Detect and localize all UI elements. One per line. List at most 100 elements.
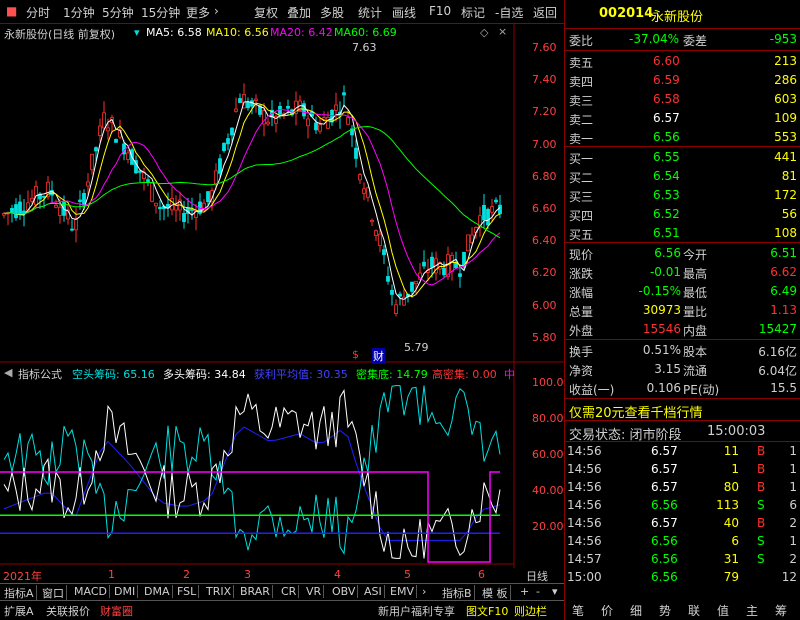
tab-dma[interactable]: DMA	[142, 585, 173, 598]
quote-label: 今开	[683, 248, 708, 262]
bid-price: 6.55	[653, 150, 680, 164]
tab-5min[interactable]: 5分钟	[102, 4, 134, 21]
fundamental-row: 净资 3.15 流通 6.04亿	[565, 360, 800, 380]
tab-template[interactable]: 模 板	[480, 585, 511, 601]
tool-back[interactable]: 返回	[533, 4, 557, 21]
tab-asi[interactable]: ASI	[362, 585, 385, 598]
indicator-formula-label[interactable]: 指标公式	[18, 366, 62, 382]
dividend-marker[interactable]: $	[352, 348, 359, 361]
candle-body	[342, 92, 346, 96]
tab-dmi[interactable]: DMI	[112, 585, 139, 598]
quote-value: 6.49	[770, 284, 797, 298]
trade-time: 15:00	[567, 570, 602, 584]
trade-direction: B	[757, 480, 766, 494]
tab-trix[interactable]: TRIX	[204, 585, 235, 598]
bid-row[interactable]: 买一 6.55 441	[565, 148, 800, 168]
tool-mark[interactable]: 标记	[461, 4, 485, 21]
tab-vr[interactable]: VR	[304, 585, 325, 598]
tab-more[interactable]: 更多	[186, 4, 210, 21]
candle-body	[42, 195, 46, 198]
candlestick-chart[interactable]	[0, 24, 564, 568]
quote-value: 15427	[758, 322, 797, 336]
indicator-collapse-icon[interactable]: ◀	[4, 366, 12, 379]
candle-body	[230, 127, 234, 136]
trade-count: 1	[789, 462, 797, 476]
tab-fsl[interactable]: FSL	[175, 585, 200, 598]
candle-body	[14, 204, 18, 219]
order-diff-label: 委差	[683, 34, 708, 48]
trade-direction: B	[757, 516, 766, 530]
trade-count: 1	[789, 480, 797, 494]
chevron-right-icon[interactable]: ›	[420, 585, 428, 598]
tab-intraday[interactable]: 分时	[26, 4, 50, 21]
axis-month-label: 4	[334, 568, 341, 581]
candle-body	[86, 181, 90, 187]
tab-brar[interactable]: BRAR	[238, 585, 273, 598]
related-quotes-tab[interactable]: 关联报价	[46, 603, 90, 619]
ask-row[interactable]: 卖二 6.57 109	[565, 109, 800, 129]
wealth-circle-tab[interactable]: 财富圈	[100, 603, 133, 619]
tab-obv[interactable]: OBV	[330, 585, 359, 598]
tab-indicator-b[interactable]: 指标B	[440, 585, 475, 601]
fundamental-value: 6.16亿	[758, 345, 797, 359]
trade-count: 2	[789, 552, 797, 566]
ask-row[interactable]: 卖五 6.60 213	[565, 52, 800, 72]
tool-overlay[interactable]: 叠加	[287, 4, 311, 21]
tool-restore-rights[interactable]: 复权	[254, 4, 278, 21]
ask-volume: 109	[774, 111, 797, 125]
bid-row[interactable]: 买三 6.53 172	[565, 186, 800, 206]
fundamental-value: 0.106	[646, 381, 681, 395]
promo-text[interactable]: 仅需20元查看千档行情	[569, 402, 703, 421]
tab-1min[interactable]: 1分钟	[63, 4, 95, 21]
sidebar-toggle[interactable]: 则边栏	[514, 603, 547, 619]
finance-marker[interactable]: 财	[372, 348, 385, 364]
candle-body	[146, 179, 150, 182]
tab-indicator-a[interactable]: 指标A	[2, 585, 37, 601]
tab-macd[interactable]: MACD	[72, 585, 110, 598]
bid-row[interactable]: 买四 6.52 56	[565, 205, 800, 225]
ask-volume: 553	[774, 130, 797, 144]
new-user-promo[interactable]: 新用户福利专享	[378, 603, 455, 619]
chevron-right-icon[interactable]: ›	[214, 4, 219, 18]
quote-label: 最低	[683, 286, 708, 300]
minus-icon[interactable]: -	[534, 585, 542, 598]
indicator-more[interactable]: 中	[504, 366, 515, 382]
expand-a-tab[interactable]: 扩展A	[4, 603, 34, 619]
period-label[interactable]: 日线	[526, 568, 548, 584]
stock-name: 永新股份	[651, 10, 704, 25]
chevron-down-icon[interactable]: ▾	[550, 585, 560, 598]
add-icon[interactable]: +	[518, 585, 531, 598]
trade-price: 6.57	[651, 462, 678, 476]
tab-emv[interactable]: EMV	[388, 585, 417, 598]
tab-cr[interactable]: CR	[279, 585, 300, 598]
close-icon[interactable]: ×	[498, 25, 507, 38]
promo-row[interactable]: 仅需20元查看千档行情	[565, 400, 800, 421]
ask-row[interactable]: 卖四 6.59 286	[565, 71, 800, 91]
ma20-legend: MA20: 6.42	[270, 26, 333, 39]
tool-watchlist[interactable]: -自选	[495, 4, 523, 21]
tab-window[interactable]: 窗口	[40, 585, 67, 601]
bid-row[interactable]: 买二 6.54 81	[565, 167, 800, 187]
candle-body	[82, 192, 86, 206]
fundamental-value: 15.5	[770, 381, 797, 395]
quote-panel: 002014 永新股份 委比 -37.04% 委差 -953 卖五 6.60 213…	[564, 0, 800, 620]
chevron-down-icon[interactable]: ▾	[134, 26, 140, 39]
candle-body	[314, 122, 318, 131]
quote-label: 现价	[569, 248, 594, 262]
ask-row[interactable]: 卖三 6.58 603	[565, 90, 800, 110]
tool-f10[interactable]: F10	[429, 4, 451, 18]
diamond-icon[interactable]: ◇	[480, 26, 488, 39]
f10-graphic-link[interactable]: 图文F10	[466, 603, 508, 619]
fundamental-label: 净资	[569, 364, 594, 378]
tool-multi-stock[interactable]: 多股	[320, 4, 344, 21]
candle-body	[378, 233, 382, 246]
quote-row: 涨跌 -0.01 最高 6.62	[565, 263, 800, 283]
candle-body	[170, 198, 174, 211]
tab-15min[interactable]: 15分钟	[141, 4, 180, 21]
tool-statistics[interactable]: 统计	[358, 4, 382, 21]
trade-direction: B	[757, 444, 766, 458]
tool-draw-line[interactable]: 画线	[392, 4, 416, 21]
bid-row[interactable]: 买五 6.51 108	[565, 224, 800, 244]
ask-row[interactable]: 卖一 6.56 553	[565, 128, 800, 148]
quote-value: 1.13	[770, 303, 797, 317]
